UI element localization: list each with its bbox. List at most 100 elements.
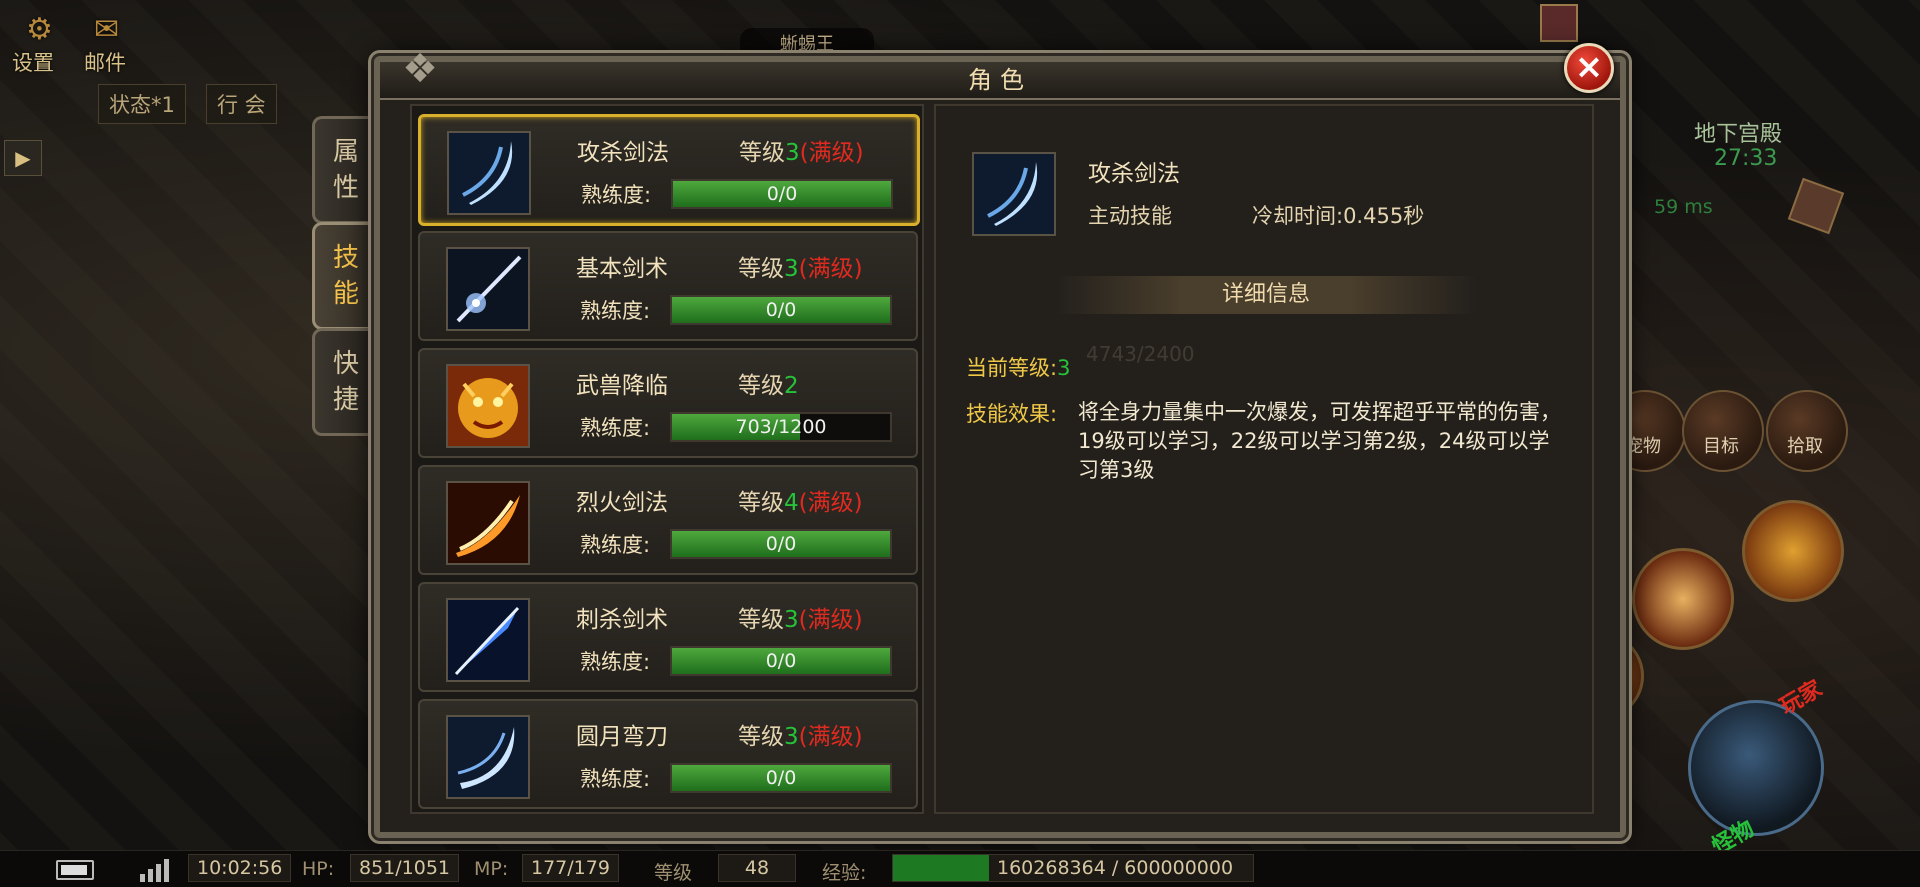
dialog-title: 角色 bbox=[380, 62, 1620, 100]
skill-card[interactable]: 基本剑术 等级3(满级) 熟练度: 0/0 bbox=[418, 231, 918, 341]
skill-max-level-tag: (满级) bbox=[799, 140, 864, 166]
tab-attributes-label-top: 属 bbox=[332, 137, 359, 167]
skill-level: 等级3(满级) bbox=[738, 249, 863, 283]
current-level-row: 当前等级:3 bbox=[966, 352, 1070, 382]
close-button[interactable]: × bbox=[1564, 43, 1614, 93]
detail-header: 详细信息 bbox=[1056, 276, 1476, 314]
proficiency-label: 熟练度: bbox=[580, 767, 651, 791]
ping-readout: 59 ms bbox=[1654, 196, 1713, 218]
current-level-value: 3 bbox=[1057, 356, 1071, 380]
detail-cooldown: 冷却时间:0.455秒 bbox=[1252, 204, 1425, 228]
exp-bar: 160268364 / 600000000 bbox=[892, 854, 1254, 882]
fire-slash-icon bbox=[446, 481, 530, 565]
skill-card[interactable]: 武兽降临 等级2 熟练度: 703/1200 bbox=[418, 348, 918, 458]
map-name: 地下宫殿 bbox=[1694, 122, 1783, 147]
clock: 10:02:56 bbox=[188, 854, 292, 882]
tab-shortcuts[interactable]: 快 捷 bbox=[312, 328, 377, 436]
skill-level: 等级2 bbox=[738, 366, 799, 400]
settings-label: 设置 bbox=[12, 51, 54, 75]
skill-card[interactable]: 攻杀剑法 等级3(满级) 熟练度: 0/0 bbox=[418, 114, 920, 226]
signal-icon bbox=[140, 856, 180, 882]
proficiency-value: 0/0 bbox=[766, 183, 798, 205]
mail-label: 邮件 bbox=[84, 51, 126, 75]
target-button[interactable] bbox=[1682, 390, 1764, 472]
skill-max-level-tag: (满级) bbox=[798, 607, 863, 633]
skill-level-prefix: 等级 bbox=[738, 607, 784, 633]
close-icon: × bbox=[1574, 47, 1604, 87]
skill-max-level-tag: (满级) bbox=[798, 724, 863, 750]
skill-level: 等级3(满级) bbox=[739, 133, 864, 167]
detail-crescent-slash-icon bbox=[972, 152, 1056, 236]
skill-max-level-tag: (满级) bbox=[798, 490, 863, 516]
tab-shortcuts-label-top: 快 bbox=[332, 349, 359, 379]
tab-shortcuts-label-bottom: 捷 bbox=[332, 385, 359, 415]
mail-button[interactable]: ✉ 邮件 bbox=[84, 12, 126, 77]
thrust-icon bbox=[446, 598, 530, 682]
pickup-label: 拾取 bbox=[1787, 436, 1823, 457]
proficiency-value: 0/0 bbox=[765, 533, 797, 555]
proficiency-bar: 0/0 bbox=[670, 646, 892, 676]
skill-level-number: 3 bbox=[785, 140, 800, 166]
proficiency-bar: 0/0 bbox=[670, 763, 892, 793]
settings-button[interactable]: ⚙ 设置 bbox=[12, 12, 54, 77]
skill-name: 刺杀剑术 bbox=[576, 607, 668, 633]
skill-name: 武兽降临 bbox=[576, 373, 668, 399]
event-icon[interactable] bbox=[1540, 4, 1578, 42]
skill-effect-label: 技能效果: bbox=[966, 402, 1058, 426]
proficiency-label: 熟练度: bbox=[580, 650, 651, 674]
skill-name: 基本剑术 bbox=[576, 256, 668, 282]
sword-spark-icon bbox=[446, 247, 530, 331]
skill-slot-fire-icon[interactable] bbox=[1742, 500, 1844, 602]
skill-card[interactable]: 圆月弯刀 等级3(满级) 熟练度: 0/0 bbox=[418, 699, 918, 809]
detail-skill-name: 攻杀剑法 bbox=[1088, 161, 1180, 187]
skill-level: 等级4(满级) bbox=[738, 483, 863, 517]
skill-level-number: 2 bbox=[784, 373, 799, 399]
battery-icon bbox=[56, 860, 94, 880]
beast-face-icon bbox=[446, 364, 530, 448]
exp-label: 经验: bbox=[822, 862, 867, 884]
skill-name: 烈火剑法 bbox=[576, 490, 668, 516]
proficiency-value: 703/1200 bbox=[735, 416, 827, 438]
expand-arrow-icon[interactable]: ▶ bbox=[4, 140, 42, 176]
skill-name: 圆月弯刀 bbox=[576, 724, 668, 750]
moon-blade-icon bbox=[446, 715, 530, 799]
mail-icon: ✉ bbox=[94, 12, 120, 47]
exp-value: 160268364 / 600000000 bbox=[997, 857, 1234, 879]
status-button[interactable]: 状态*1 bbox=[98, 84, 186, 124]
tab-skills-label-top: 技 bbox=[332, 243, 359, 273]
dragon-ornament-left-icon: ❖ bbox=[402, 46, 438, 92]
detail-skill-type: 主动技能 bbox=[1088, 204, 1172, 228]
proficiency-bar: 703/1200 bbox=[670, 412, 892, 442]
proficiency-bar: 0/0 bbox=[670, 295, 892, 325]
proficiency-label: 熟练度: bbox=[580, 533, 651, 557]
hp-label: HP: bbox=[302, 858, 335, 880]
skill-level-prefix: 等级 bbox=[738, 724, 784, 750]
proficiency-bar: 0/0 bbox=[670, 529, 892, 559]
proficiency-value: 0/0 bbox=[765, 767, 797, 789]
skill-card[interactable]: 烈火剑法 等级4(满级) 熟练度: 0/0 bbox=[418, 465, 918, 575]
skill-level-prefix: 等级 bbox=[738, 256, 784, 282]
proficiency-label: 熟练度: bbox=[581, 183, 652, 207]
background-ghost-text: 4743/2400 bbox=[1086, 342, 1195, 366]
crescent-slash-icon bbox=[447, 131, 531, 215]
proficiency-label: 熟练度: bbox=[580, 299, 651, 323]
level-value: 48 bbox=[718, 854, 796, 882]
attack-sword-button[interactable] bbox=[1688, 700, 1824, 836]
proficiency-value: 0/0 bbox=[765, 299, 797, 321]
tab-skills[interactable]: 技 能 bbox=[312, 222, 377, 330]
skill-level-prefix: 等级 bbox=[738, 373, 784, 399]
tab-attributes[interactable]: 属 性 bbox=[312, 116, 377, 224]
skill-card[interactable]: 刺杀剑术 等级3(满级) 熟练度: 0/0 bbox=[418, 582, 918, 692]
tab-skills-label-bottom: 能 bbox=[332, 279, 359, 309]
skill-slot-slash-icon[interactable] bbox=[1632, 548, 1734, 650]
skill-level-number: 3 bbox=[784, 256, 799, 282]
pickup-button[interactable] bbox=[1766, 390, 1848, 472]
skill-level-number: 3 bbox=[784, 607, 799, 633]
skill-name: 攻杀剑法 bbox=[577, 140, 669, 166]
skill-level-number: 4 bbox=[784, 490, 799, 516]
skill-list[interactable]: 攻杀剑法 等级3(满级) 熟练度: 0/0 基本剑术 等级3(满级) 熟练度: 0/0 武兽降临… bbox=[410, 104, 924, 814]
skill-level-prefix: 等级 bbox=[738, 490, 784, 516]
guild-button[interactable]: 行 会 bbox=[206, 84, 277, 124]
proficiency-bar: 0/0 bbox=[671, 179, 893, 209]
gear-icon: ⚙ bbox=[26, 12, 53, 47]
